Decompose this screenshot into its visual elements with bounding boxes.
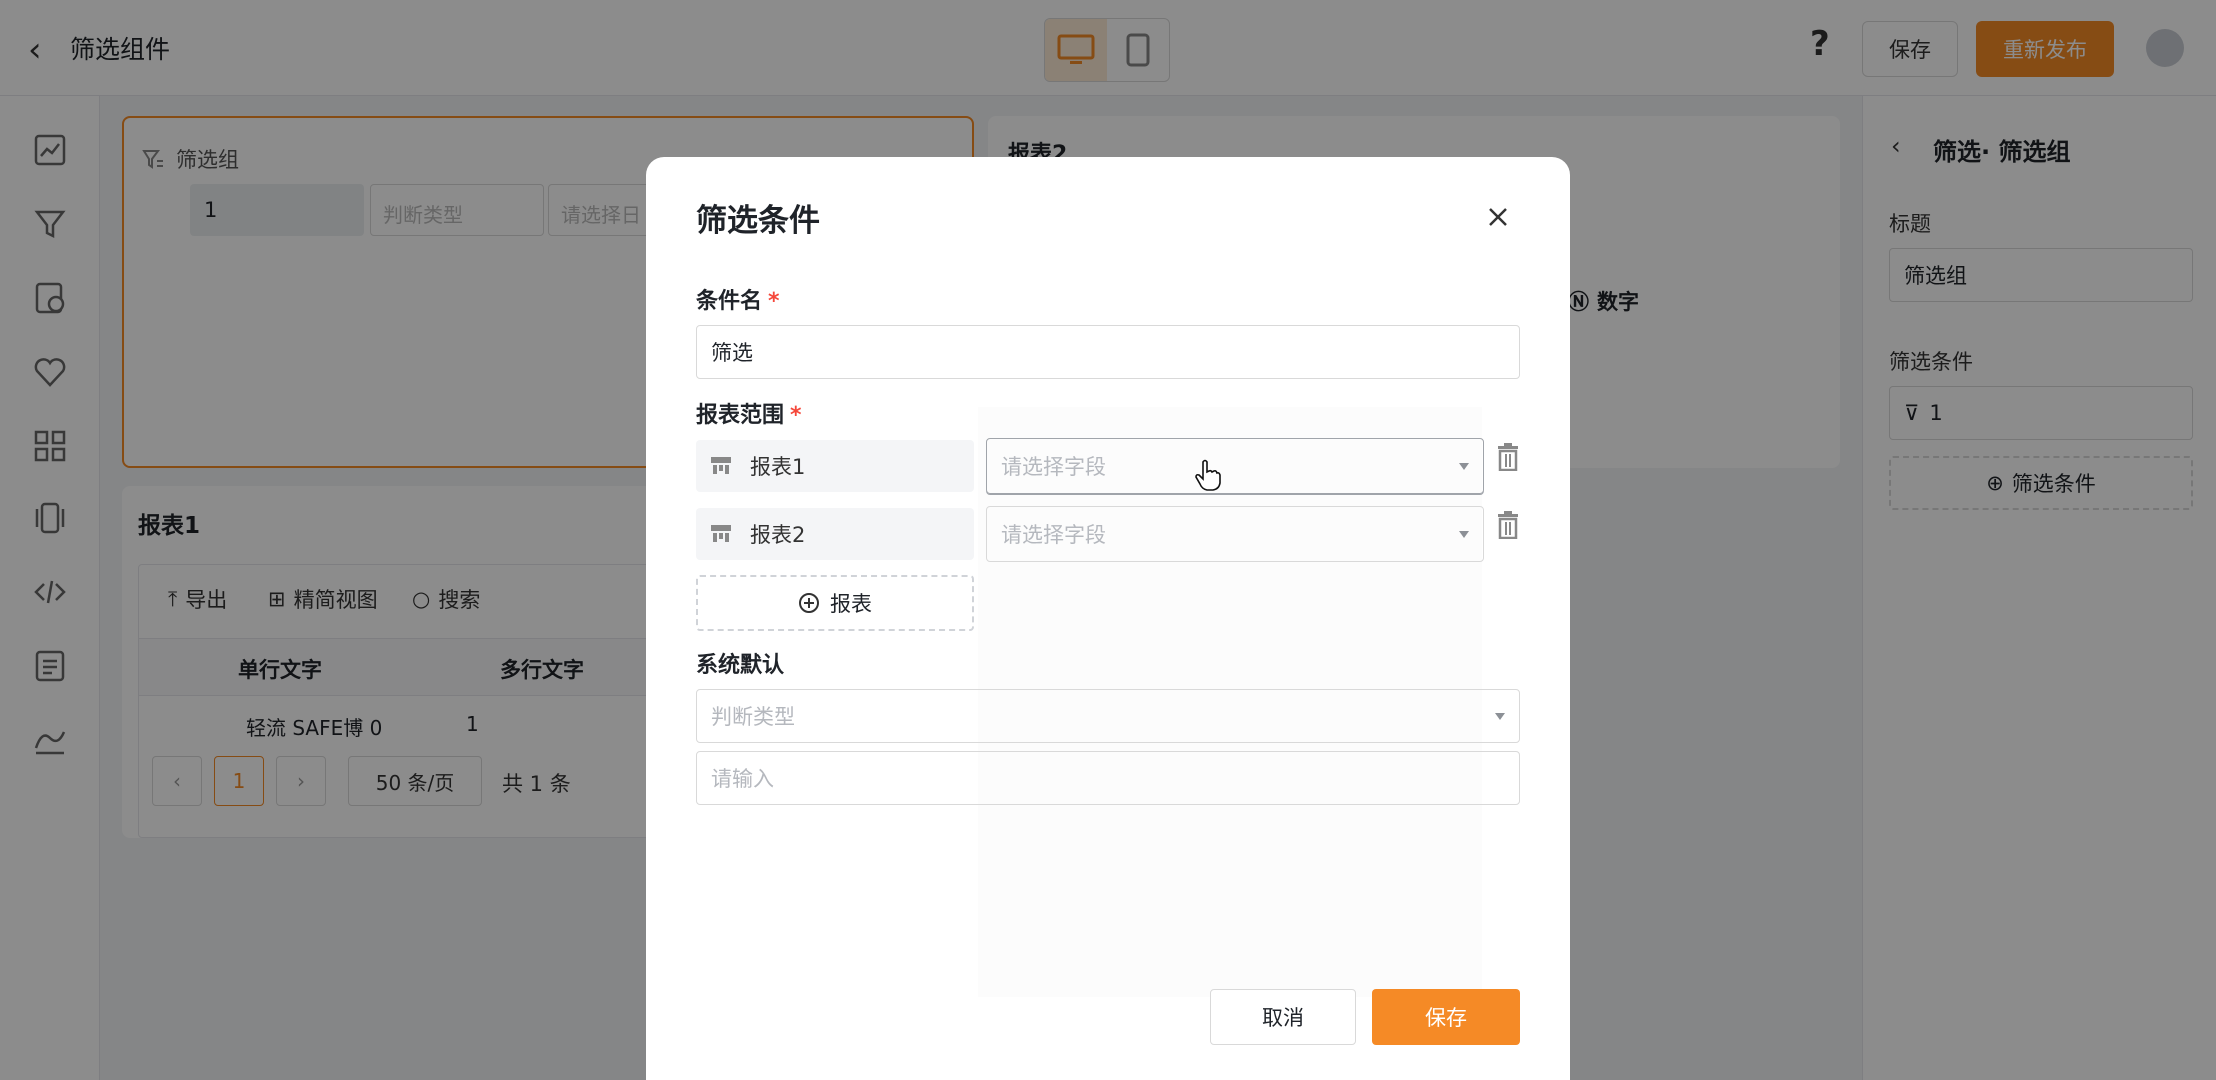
report-tag-label: 报表1: [750, 455, 806, 479]
report-icon: [711, 457, 731, 474]
add-report-button[interactable]: 报表: [696, 575, 974, 631]
judge-type-select[interactable]: 判断类型: [696, 689, 1520, 743]
dialog-title: 筛选条件: [696, 203, 820, 239]
required-mark: *: [790, 403, 802, 428]
condition-name-label: 条件名 *: [696, 283, 780, 315]
add-report-label: 报表: [830, 592, 872, 616]
report-icon: [711, 525, 731, 542]
save-button[interactable]: 保存: [1372, 989, 1520, 1045]
caret-down-icon: [1459, 462, 1469, 470]
plus-circle-icon: [799, 593, 819, 613]
default-value-input[interactable]: 请输入: [696, 751, 1520, 805]
field-select-placeholder: 请选择字段: [1001, 523, 1106, 547]
report1-field-select[interactable]: 请选择字段: [986, 438, 1484, 494]
required-mark: *: [768, 289, 780, 314]
report-scope-label: 报表范围 *: [696, 397, 802, 429]
report-scope-label-text: 报表范围: [696, 403, 785, 428]
caret-down-icon: [1495, 712, 1505, 720]
cancel-button[interactable]: 取消: [1210, 989, 1356, 1045]
filter-condition-dialog: 筛选条件 条件名 * 筛选 报表范围 * 报表1 请选择字段 报表2 请选择字段 报…: [646, 157, 1570, 1080]
condition-name-input[interactable]: 筛选: [696, 325, 1520, 379]
report2-field-select[interactable]: 请选择字段: [986, 506, 1484, 562]
system-default-label: 系统默认: [696, 653, 785, 678]
report-tag-label: 报表2: [750, 523, 806, 547]
trash-icon[interactable]: [1496, 443, 1520, 471]
field-select-placeholder: 请选择字段: [1001, 455, 1106, 479]
judge-type-placeholder: 判断类型: [711, 705, 795, 729]
report-tag-1: 报表1: [696, 440, 974, 492]
hand-cursor-icon: [1195, 459, 1221, 491]
report-tag-2: 报表2: [696, 508, 974, 560]
trash-icon[interactable]: [1496, 511, 1520, 539]
caret-down-icon: [1459, 530, 1469, 538]
condition-name-label-text: 条件名: [696, 289, 763, 314]
close-icon[interactable]: [1478, 197, 1518, 237]
